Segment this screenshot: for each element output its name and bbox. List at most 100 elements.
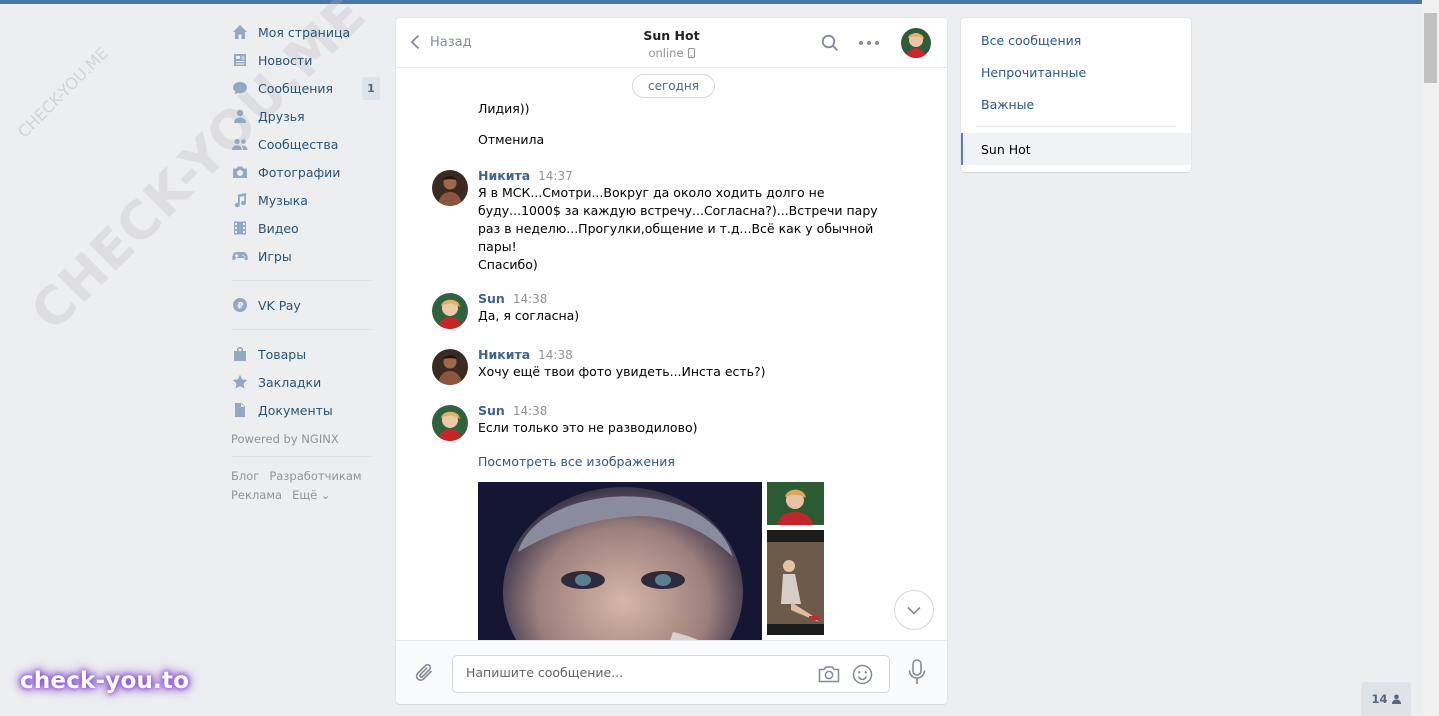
home-icon bbox=[231, 24, 248, 41]
sidebar-divider bbox=[231, 456, 373, 457]
sidebar-item-messages[interactable]: Сообщения 1 bbox=[228, 74, 380, 102]
sidebar-item-music[interactable]: Музыка bbox=[228, 186, 380, 214]
sidebar-item-label: Фотографии bbox=[258, 164, 341, 180]
sidebar-item-photos[interactable]: Фотографии bbox=[228, 158, 380, 186]
video-icon bbox=[231, 220, 248, 237]
sidebar-divider bbox=[231, 329, 373, 330]
message-text: Лидия)) bbox=[478, 101, 530, 116]
communities-icon bbox=[231, 136, 248, 153]
footer-link-ads[interactable]: Реклама bbox=[231, 488, 282, 502]
message-history: сегодня Лидия)) Отменила Никита 14:37 Я в… bbox=[396, 68, 947, 640]
sidebar-item-communities[interactable]: Сообщества bbox=[228, 130, 380, 158]
message-text: Хочу ещё твои фото увидеть...Инста есть?… bbox=[478, 364, 766, 379]
mobile-icon bbox=[687, 48, 695, 58]
sidebar-item-friends[interactable]: Друзья bbox=[228, 102, 380, 130]
svg-text:₽: ₽ bbox=[237, 302, 243, 312]
view-all-images-link[interactable]: Посмотреть все изображения bbox=[478, 454, 675, 469]
more-actions-icon[interactable] bbox=[859, 34, 879, 52]
photo-attachment-thumb[interactable] bbox=[767, 482, 824, 525]
sidebar-item-video[interactable]: Видео bbox=[228, 214, 380, 242]
filter-all-messages[interactable]: Все сообщения bbox=[961, 24, 1191, 56]
message-author[interactable]: Никита 14:38 bbox=[478, 347, 573, 362]
sidebar-item-label: Сообщества bbox=[258, 136, 339, 152]
sidebar-item-news[interactable]: Новости bbox=[228, 46, 380, 74]
bag-icon bbox=[231, 346, 248, 363]
sidebar-item-games[interactable]: Игры bbox=[228, 242, 380, 270]
message-composer bbox=[396, 640, 947, 704]
footer-link-developers[interactable]: Разработчикам bbox=[269, 469, 361, 483]
sidebar-item-vkpay[interactable]: ₽ VK Pay bbox=[228, 291, 380, 319]
message-author[interactable]: Sun 14:38 bbox=[478, 291, 547, 306]
music-icon bbox=[231, 192, 248, 209]
sidebar-item-label: Игры bbox=[258, 248, 292, 264]
scrollbar-thumb[interactable] bbox=[1424, 13, 1437, 83]
top-accent-bar bbox=[0, 0, 1422, 4]
message-time: 14:38 bbox=[538, 348, 573, 362]
message-input-box[interactable] bbox=[452, 655, 890, 693]
footer-links: Блог Разработчикам Реклама Ещё ⌄ bbox=[228, 467, 380, 505]
microphone-icon[interactable] bbox=[908, 659, 926, 685]
footer-link-blog[interactable]: Блог bbox=[231, 469, 259, 483]
photo-attachment-thumb[interactable] bbox=[767, 530, 824, 635]
scroll-to-bottom-button[interactable] bbox=[894, 590, 934, 630]
paperclip-icon[interactable] bbox=[414, 662, 436, 684]
filter-important[interactable]: Важные bbox=[961, 88, 1191, 120]
sidebar-item-documents[interactable]: Документы bbox=[228, 396, 380, 424]
photo-attachment-main[interactable] bbox=[478, 482, 762, 640]
conversation-filter-panel: Все сообщения Непрочитанные Важные Sun H… bbox=[961, 18, 1191, 172]
message-text: Спасибо) bbox=[478, 257, 538, 272]
vkpay-icon: ₽ bbox=[231, 297, 248, 314]
footer-link-more[interactable]: Ещё ⌄ bbox=[292, 488, 330, 502]
friends-icon bbox=[231, 108, 248, 125]
sidebar-item-my-page[interactable]: Моя страница bbox=[228, 18, 380, 46]
powered-by-text: Powered by NGINX bbox=[231, 432, 339, 446]
message-time: 14:38 bbox=[512, 292, 548, 306]
left-sidebar: Моя страница Новости Сообщения 1 Друзья … bbox=[228, 18, 380, 505]
sidebar-item-label: Документы bbox=[258, 402, 333, 418]
peer-avatar[interactable] bbox=[901, 28, 931, 58]
date-divider: сегодня bbox=[632, 74, 715, 98]
sidebar-item-label: Сообщения bbox=[258, 80, 334, 96]
message-text: Если только это не разводилово) bbox=[478, 420, 698, 435]
chat-header: Назад Sun Hot online bbox=[396, 18, 947, 68]
avatar-nikita[interactable] bbox=[432, 170, 468, 206]
message-text: Отменила bbox=[478, 132, 545, 147]
person-icon bbox=[1391, 694, 1401, 704]
gamepad-icon bbox=[231, 248, 248, 265]
active-conversation-item[interactable]: Sun Hot bbox=[961, 133, 1191, 165]
unread-count-badge: 1 bbox=[362, 76, 380, 100]
message-time: 14:38 bbox=[512, 404, 548, 418]
emoji-icon[interactable] bbox=[852, 664, 873, 685]
sidebar-item-label: Друзья bbox=[258, 108, 305, 124]
message-input[interactable] bbox=[466, 665, 806, 680]
message-author[interactable]: Никита 14:37 bbox=[478, 168, 573, 183]
news-icon bbox=[231, 52, 248, 69]
search-icon[interactable] bbox=[821, 34, 839, 52]
messages-icon bbox=[231, 80, 248, 97]
message-text: Да, я согласна) bbox=[478, 308, 580, 323]
sidebar-item-bookmarks[interactable]: Закладки bbox=[228, 368, 380, 396]
avatar-nikita[interactable] bbox=[432, 349, 468, 385]
page-scrollbar[interactable] bbox=[1422, 0, 1439, 716]
filter-divider bbox=[976, 126, 1176, 127]
chevron-down-icon bbox=[907, 606, 921, 615]
online-friends-counter[interactable]: 14 bbox=[1361, 682, 1411, 716]
message-author[interactable]: Sun 14:38 bbox=[478, 403, 547, 418]
watermark-brand: check-you.to bbox=[20, 668, 190, 694]
message-text: Я в МСК...Смотри...Вокруг да около ходит… bbox=[478, 185, 878, 254]
star-icon bbox=[231, 374, 248, 391]
camera-icon bbox=[231, 164, 248, 181]
sidebar-item-label: Музыка bbox=[258, 192, 308, 208]
document-icon bbox=[231, 402, 248, 419]
filter-unread[interactable]: Непрочитанные bbox=[961, 56, 1191, 88]
sidebar-item-label: Закладки bbox=[258, 374, 322, 390]
avatar-sun[interactable] bbox=[432, 405, 468, 441]
online-count: 14 bbox=[1371, 692, 1388, 706]
sidebar-item-label: Новости bbox=[258, 52, 313, 68]
avatar-sun[interactable] bbox=[432, 293, 468, 329]
camera-icon[interactable] bbox=[818, 664, 840, 684]
message-time: 14:37 bbox=[538, 169, 573, 183]
watermark-small: CHECK-YOU.ME bbox=[14, 43, 112, 142]
sidebar-item-goods[interactable]: Товары bbox=[228, 340, 380, 368]
sidebar-item-label: Видео bbox=[258, 220, 299, 236]
